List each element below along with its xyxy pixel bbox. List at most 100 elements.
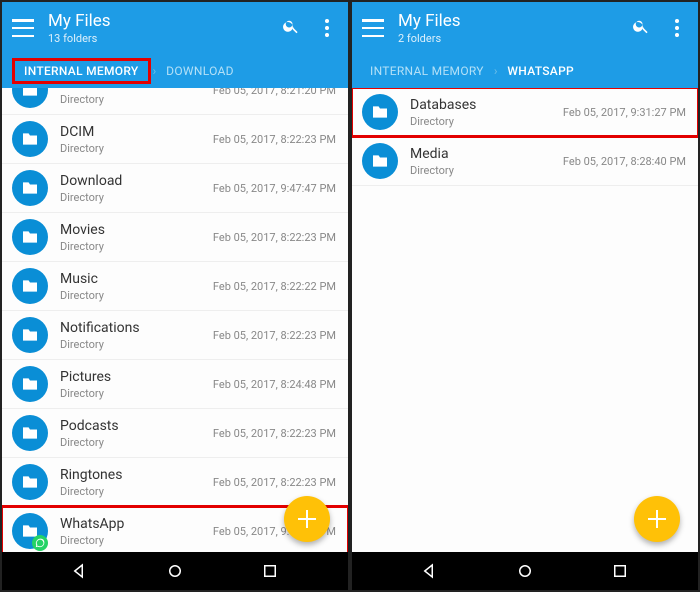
recent-button[interactable] bbox=[261, 562, 279, 580]
folder-icon bbox=[12, 170, 48, 206]
folder-meta: DCIM Directory bbox=[60, 124, 213, 155]
breadcrumb-item[interactable]: DOWNLOAD bbox=[160, 60, 240, 82]
folder-icon bbox=[12, 88, 48, 108]
folder-icon bbox=[12, 366, 48, 402]
folder-row[interactable]: Media Directory Feb 05, 2017, 8:28:40 PM bbox=[352, 137, 698, 186]
add-fab[interactable] bbox=[284, 496, 330, 542]
right-screen: My Files 2 folders INTERNAL MEMORY ›WHATS… bbox=[350, 0, 700, 592]
app-title: My Files bbox=[48, 11, 266, 31]
folder-icon bbox=[362, 143, 398, 179]
folder-row[interactable]: Databases Directory Feb 05, 2017, 9:31:2… bbox=[352, 88, 698, 137]
folder-icon bbox=[362, 94, 398, 130]
search-icon[interactable] bbox=[630, 17, 652, 40]
folder-meta: Media Directory bbox=[410, 146, 563, 177]
folder-row[interactable]: Pictures Directory Feb 05, 2017, 8:24:48… bbox=[2, 360, 348, 409]
folder-meta: Databases Directory bbox=[410, 97, 563, 128]
folder-time: Feb 05, 2017, 8:22:23 PM bbox=[213, 133, 336, 146]
title-block: My Files 13 folders bbox=[48, 11, 266, 45]
folder-row[interactable]: Download Directory Feb 05, 2017, 9:47:47… bbox=[2, 164, 348, 213]
folder-type: Directory bbox=[60, 191, 213, 204]
add-fab[interactable] bbox=[634, 496, 680, 542]
app-header: My Files 13 folders bbox=[2, 2, 348, 54]
recent-button[interactable] bbox=[611, 562, 629, 580]
folder-name: Media bbox=[410, 146, 563, 162]
folder-row[interactable]: Music Directory Feb 05, 2017, 8:22:22 PM bbox=[2, 262, 348, 311]
folder-type: Directory bbox=[410, 164, 563, 177]
folder-type: Directory bbox=[60, 534, 213, 547]
folder-type: Directory bbox=[60, 485, 213, 498]
back-button[interactable] bbox=[71, 562, 89, 580]
folder-meta: WhatsApp Directory bbox=[60, 516, 213, 547]
folder-name: Databases bbox=[410, 97, 563, 113]
app-header: My Files 2 folders bbox=[352, 2, 698, 54]
folder-type: Directory bbox=[60, 436, 213, 449]
folder-meta: DCIM Directory bbox=[60, 88, 213, 106]
folder-name: Music bbox=[60, 271, 213, 287]
breadcrumb-item[interactable]: WHATSAPP bbox=[501, 60, 580, 82]
hamburger-icon[interactable] bbox=[362, 19, 384, 37]
more-icon[interactable] bbox=[316, 19, 338, 37]
file-list[interactable]: Databases Directory Feb 05, 2017, 9:31:2… bbox=[352, 88, 698, 552]
folder-time: Feb 05, 2017, 8:22:23 PM bbox=[213, 476, 336, 489]
breadcrumb: INTERNAL MEMORY ›DOWNLOAD bbox=[2, 54, 348, 88]
folder-name: DCIM bbox=[60, 124, 213, 140]
folder-meta: Music Directory bbox=[60, 271, 213, 302]
folder-name: Pictures bbox=[60, 369, 213, 385]
folder-time: Feb 05, 2017, 9:47:47 PM bbox=[213, 182, 336, 195]
folder-type: Directory bbox=[60, 338, 213, 351]
folder-row[interactable]: Podcasts Directory Feb 05, 2017, 8:22:23… bbox=[2, 409, 348, 458]
folder-time: Feb 05, 2017, 8:22:23 PM bbox=[213, 231, 336, 244]
folder-icon bbox=[12, 317, 48, 353]
folder-type: Directory bbox=[60, 240, 213, 253]
search-icon[interactable] bbox=[280, 17, 302, 40]
folder-row[interactable]: DCIM Directory Feb 05, 2017, 8:21:20 PM bbox=[2, 88, 348, 115]
folder-meta: Pictures Directory bbox=[60, 369, 213, 400]
folder-icon bbox=[12, 268, 48, 304]
folder-time: Feb 05, 2017, 8:22:23 PM bbox=[213, 427, 336, 440]
folder-name: WhatsApp bbox=[60, 516, 213, 532]
folder-row[interactable]: DCIM Directory Feb 05, 2017, 8:22:23 PM bbox=[2, 115, 348, 164]
folder-time: Feb 05, 2017, 8:22:22 PM bbox=[213, 280, 336, 293]
chevron-right-icon: › bbox=[494, 64, 498, 78]
folder-time: Feb 05, 2017, 8:24:48 PM bbox=[213, 378, 336, 391]
folder-name: Ringtones bbox=[60, 467, 213, 483]
app-title: My Files bbox=[398, 11, 616, 31]
folder-icon bbox=[12, 219, 48, 255]
folder-type: Directory bbox=[60, 387, 213, 400]
folder-name: Notifications bbox=[60, 320, 213, 336]
more-icon[interactable] bbox=[666, 19, 688, 37]
folder-name: DCIM bbox=[60, 88, 213, 91]
folder-type: Directory bbox=[60, 142, 213, 155]
folder-type: Directory bbox=[60, 93, 213, 106]
folder-row[interactable]: Movies Directory Feb 05, 2017, 8:22:23 P… bbox=[2, 213, 348, 262]
folder-meta: Download Directory bbox=[60, 173, 213, 204]
folder-meta: Notifications Directory bbox=[60, 320, 213, 351]
folder-type: Directory bbox=[410, 115, 563, 128]
app-subtitle: 2 folders bbox=[398, 32, 616, 45]
folder-icon bbox=[12, 464, 48, 500]
folder-icon bbox=[12, 121, 48, 157]
home-button[interactable] bbox=[516, 562, 534, 580]
breadcrumb-item[interactable]: INTERNAL MEMORY bbox=[364, 60, 490, 82]
folder-meta: Ringtones Directory bbox=[60, 467, 213, 498]
breadcrumb: INTERNAL MEMORY ›WHATSAPP bbox=[352, 54, 698, 88]
folder-meta: Movies Directory bbox=[60, 222, 213, 253]
hamburger-icon[interactable] bbox=[12, 19, 34, 37]
folder-row[interactable]: Notifications Directory Feb 05, 2017, 8:… bbox=[2, 311, 348, 360]
folder-meta: Podcasts Directory bbox=[60, 418, 213, 449]
app-subtitle: 13 folders bbox=[48, 32, 266, 45]
folder-time: Feb 05, 2017, 9:31:27 PM bbox=[563, 106, 686, 119]
folder-type: Directory bbox=[60, 289, 213, 302]
folder-time: Feb 05, 2017, 8:28:40 PM bbox=[563, 155, 686, 168]
folder-name: Download bbox=[60, 173, 213, 189]
back-button[interactable] bbox=[421, 562, 439, 580]
folder-icon bbox=[12, 415, 48, 451]
file-list[interactable]: DCIM Directory Feb 05, 2017, 8:21:20 PM … bbox=[2, 88, 348, 552]
home-button[interactable] bbox=[166, 562, 184, 580]
breadcrumb-item[interactable]: INTERNAL MEMORY bbox=[18, 60, 145, 82]
left-screen: My Files 13 folders INTERNAL MEMORY ›DOWN… bbox=[0, 0, 350, 592]
folder-name: Podcasts bbox=[60, 418, 213, 434]
android-navbar bbox=[352, 552, 698, 590]
android-navbar bbox=[2, 552, 348, 590]
chevron-right-icon: › bbox=[153, 64, 157, 78]
